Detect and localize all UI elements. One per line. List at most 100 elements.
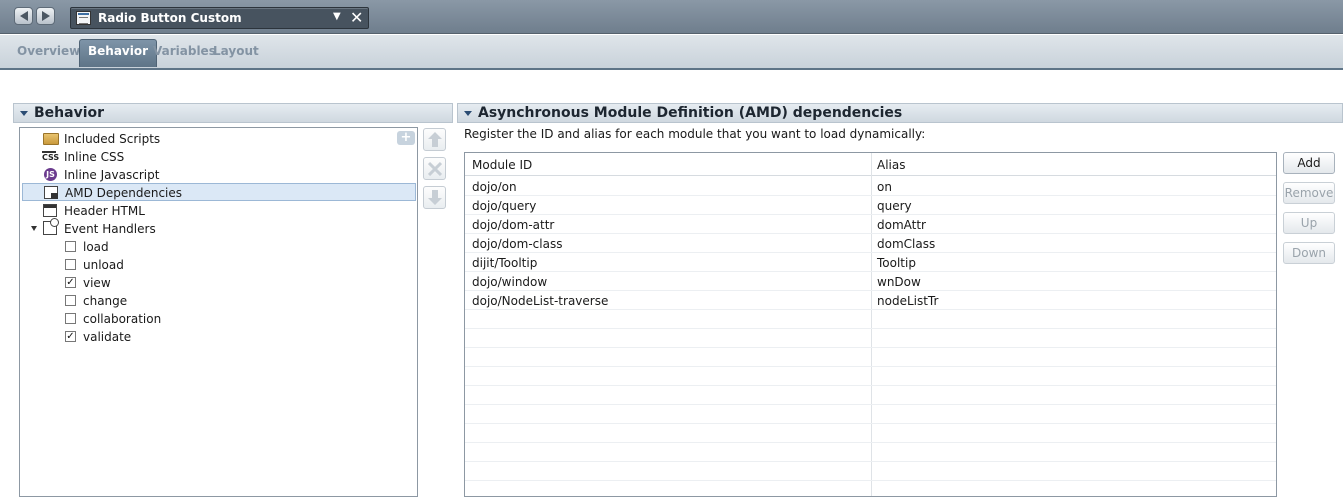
- alias-cell[interactable]: on: [877, 180, 892, 194]
- table-row[interactable]: [465, 424, 1276, 443]
- module-id-cell[interactable]: dojo/query: [472, 199, 536, 213]
- event-item-load[interactable]: load: [20, 238, 417, 256]
- table-row[interactable]: dojo/on on: [465, 177, 1276, 196]
- collapse-icon: [464, 111, 472, 116]
- table-row[interactable]: [465, 367, 1276, 386]
- module-id-cell[interactable]: dijit/Tooltip: [472, 256, 537, 270]
- close-icon[interactable]: ✕: [350, 8, 363, 27]
- table-row[interactable]: [465, 329, 1276, 348]
- event-item-view[interactable]: ✓ view: [20, 274, 417, 292]
- editor-header: Radio Button Custom ▼ ✕: [0, 0, 1343, 34]
- column-header-alias[interactable]: Alias: [877, 158, 905, 172]
- event-label: collaboration: [83, 312, 162, 326]
- forward-button[interactable]: [36, 7, 55, 25]
- alias-cell[interactable]: Tooltip: [877, 256, 916, 270]
- event-label: validate: [83, 330, 132, 344]
- css-icon: CSS: [42, 151, 60, 162]
- alias-cell[interactable]: nodeListTr: [877, 294, 938, 308]
- tree-item-inline-javascript[interactable]: JS Inline Javascript: [20, 166, 417, 184]
- javascript-icon: JS: [44, 168, 57, 181]
- event-item-unload[interactable]: unload: [20, 256, 417, 274]
- delete-x-icon: [427, 161, 442, 177]
- header-html-icon: [43, 204, 57, 217]
- table-row[interactable]: [465, 481, 1276, 496]
- tab-layout[interactable]: Layout: [213, 44, 259, 58]
- tree-item-event-handlers[interactable]: Event Handlers: [20, 218, 417, 238]
- module-id-cell[interactable]: dojo/dom-class: [472, 237, 562, 251]
- table-row[interactable]: [465, 310, 1276, 329]
- table-row[interactable]: [465, 405, 1276, 424]
- table-row[interactable]: dojo/query query: [465, 196, 1276, 215]
- module-id-cell[interactable]: dojo/dom-attr: [472, 218, 554, 232]
- arrow-left-icon: [20, 11, 28, 21]
- amd-icon: [44, 186, 58, 199]
- table-row[interactable]: [465, 386, 1276, 405]
- table-row[interactable]: dojo/NodeList-traverse nodeListTr: [465, 291, 1276, 310]
- amd-section-title: Asynchronous Module Definition (AMD) dep…: [478, 105, 903, 121]
- amd-table: Module ID Alias dojo/on on dojo/query query…: [464, 152, 1277, 497]
- tab-variables[interactable]: Variables: [153, 44, 216, 58]
- column-header-module-id[interactable]: Module ID: [472, 158, 532, 172]
- tree-item-label: Included Scripts: [64, 132, 161, 146]
- module-id-cell[interactable]: dojo/window: [472, 275, 547, 289]
- tree-item-inline-css[interactable]: CSS Inline CSS: [20, 148, 417, 166]
- checkbox[interactable]: [65, 313, 76, 324]
- up-button[interactable]: Up: [1283, 212, 1335, 234]
- table-row[interactable]: dojo/window wnDow: [465, 272, 1276, 291]
- tab-overview[interactable]: Overview: [17, 44, 80, 58]
- checkbox-checked[interactable]: ✓: [65, 277, 76, 288]
- add-button[interactable]: Add: [1283, 152, 1335, 174]
- coach-view-icon: [76, 11, 91, 25]
- checkbox[interactable]: [65, 259, 76, 270]
- table-row[interactable]: dijit/Tooltip Tooltip: [465, 253, 1276, 272]
- event-label: unload: [83, 258, 124, 272]
- tab-behavior[interactable]: Behavior: [79, 39, 158, 67]
- table-row[interactable]: [465, 348, 1276, 367]
- tree-item-label: Header HTML: [64, 204, 145, 218]
- checkbox[interactable]: [65, 241, 76, 252]
- back-button[interactable]: [14, 7, 33, 25]
- module-id-cell[interactable]: dojo/NodeList-traverse: [472, 294, 608, 308]
- behavior-section-title: Behavior: [34, 105, 105, 121]
- page-tabs: Overview Behavior Variables Layout: [0, 35, 1343, 70]
- behavior-tree: Included Scripts CSS Inline CSS JS Inlin…: [19, 127, 418, 497]
- module-id-cell[interactable]: dojo/on: [472, 180, 517, 194]
- tree-item-label: AMD Dependencies: [65, 186, 183, 200]
- delete-button[interactable]: [423, 157, 446, 180]
- event-item-collaboration[interactable]: collaboration: [20, 310, 417, 328]
- amd-section-header[interactable]: Asynchronous Module Definition (AMD) dep…: [457, 103, 1343, 123]
- tree-item-included-scripts[interactable]: Included Scripts: [20, 130, 417, 148]
- tree-item-label: Event Handlers: [64, 222, 156, 236]
- table-row[interactable]: dojo/dom-class domClass: [465, 234, 1276, 253]
- alias-cell[interactable]: domClass: [877, 237, 935, 251]
- move-up-button[interactable]: [423, 128, 446, 151]
- editor-tab[interactable]: Radio Button Custom ▼ ✕: [70, 7, 369, 29]
- event-label: change: [83, 294, 128, 308]
- expand-triangle-icon[interactable]: [31, 226, 37, 231]
- arrow-right-icon: [42, 11, 50, 21]
- down-button[interactable]: Down: [1283, 242, 1335, 264]
- move-down-button[interactable]: [423, 186, 446, 209]
- alias-cell[interactable]: wnDow: [877, 275, 921, 289]
- tree-item-header-html[interactable]: Header HTML: [20, 202, 417, 220]
- alias-cell[interactable]: query: [877, 199, 912, 213]
- arrow-up-icon: [427, 132, 442, 147]
- tree-item-amd-dependencies[interactable]: AMD Dependencies: [22, 183, 416, 201]
- table-row[interactable]: [465, 462, 1276, 481]
- behavior-section-header[interactable]: Behavior: [13, 103, 453, 123]
- checkbox[interactable]: [65, 295, 76, 306]
- event-item-validate[interactable]: ✓ validate: [20, 328, 417, 346]
- amd-description: Register the ID and alias for each modul…: [464, 127, 926, 141]
- remove-button[interactable]: Remove: [1283, 182, 1335, 204]
- collapse-icon: [20, 111, 28, 116]
- event-item-change[interactable]: change: [20, 292, 417, 310]
- alias-cell[interactable]: domAttr: [877, 218, 926, 232]
- table-row[interactable]: dojo/dom-attr domAttr: [465, 215, 1276, 234]
- add-item-button[interactable]: +: [397, 131, 415, 145]
- event-handlers-icon: [43, 218, 59, 235]
- table-row[interactable]: [465, 443, 1276, 462]
- tree-item-label: Inline CSS: [64, 150, 125, 164]
- chevron-down-icon[interactable]: ▼: [333, 11, 341, 22]
- checkbox-checked[interactable]: ✓: [65, 331, 76, 342]
- folder-icon: [43, 133, 59, 145]
